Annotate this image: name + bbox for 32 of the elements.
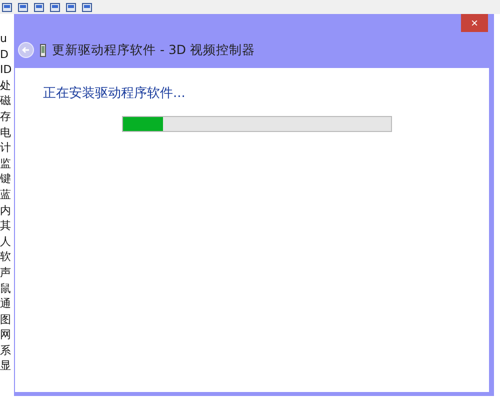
device-icon xyxy=(40,44,46,56)
device-list-item[interactable]: 人 xyxy=(0,234,14,248)
device-list-item[interactable]: 计 xyxy=(0,141,14,155)
toolbar-icon[interactable] xyxy=(2,2,12,12)
toolbar-icon[interactable] xyxy=(66,2,76,12)
device-list-item[interactable]: 显 xyxy=(0,359,14,373)
device-list-item[interactable]: 通 xyxy=(0,297,14,310)
toolbar-icon[interactable] xyxy=(34,2,44,12)
device-list-item[interactable]: 其 xyxy=(0,219,14,233)
device-list-item[interactable]: 电 xyxy=(0,126,14,139)
window-title: 更新驱动程序软件 - 3D 视频控制器 xyxy=(52,42,256,58)
device-list-item[interactable]: u xyxy=(0,32,14,46)
device-list-item[interactable]: 处 xyxy=(0,78,14,92)
toolbar-icon[interactable] xyxy=(82,2,92,12)
device-list-item[interactable]: 磁 xyxy=(0,94,14,108)
device-list-item[interactable]: 软 xyxy=(0,250,14,264)
device-list-item[interactable]: 图 xyxy=(0,312,14,326)
status-heading: 正在安装驱动程序软件... xyxy=(43,85,186,102)
device-list-item[interactable]: ID xyxy=(0,63,14,77)
toolbar-icon[interactable] xyxy=(18,2,28,12)
device-list-item[interactable]: 内 xyxy=(0,204,14,217)
device-list-item[interactable]: 蓝 xyxy=(0,188,14,202)
close-button[interactable]: × xyxy=(461,14,488,32)
device-list-item[interactable]: 声 xyxy=(0,266,14,280)
device-list-item[interactable]: D xyxy=(0,48,14,61)
device-list-item[interactable]: 键 xyxy=(0,172,14,186)
device-list-item[interactable]: 网 xyxy=(0,328,14,342)
toolbar-icon[interactable] xyxy=(50,2,60,12)
device-list-item[interactable]: 监 xyxy=(0,156,14,170)
device-list-item[interactable]: 系 xyxy=(0,344,14,358)
device-list-item[interactable]: 鼠 xyxy=(0,282,14,295)
device-list-item[interactable]: 存 xyxy=(0,110,14,124)
